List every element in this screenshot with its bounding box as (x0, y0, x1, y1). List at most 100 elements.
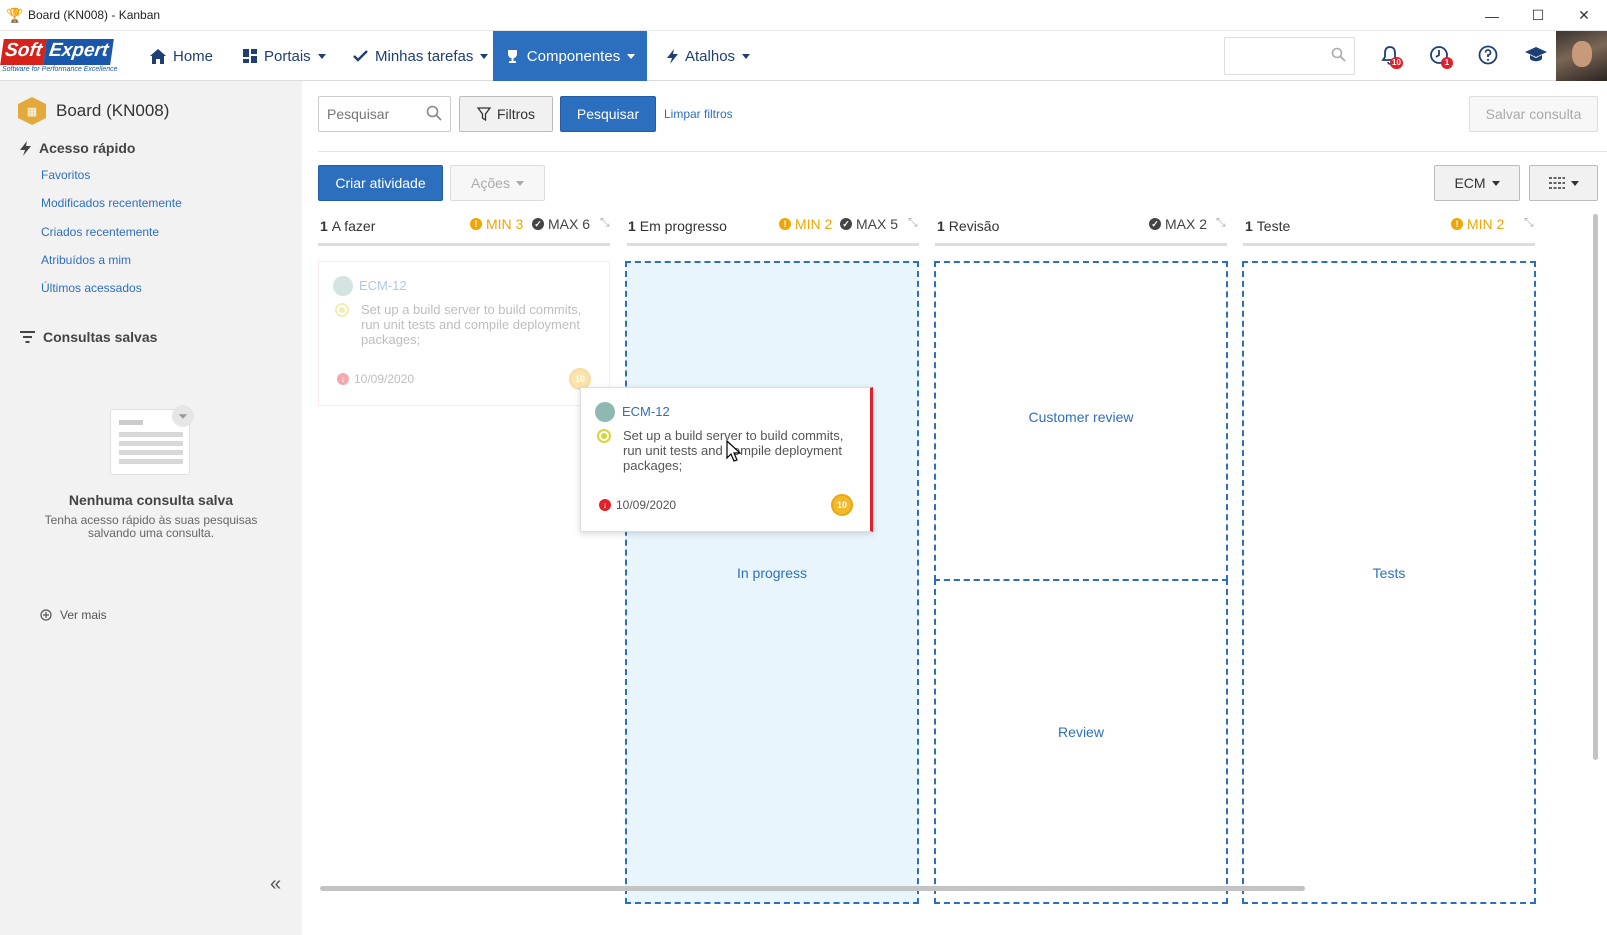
empty-queries-subtitle: Tenha acesso rápido às suas pesquisas sa… (44, 513, 258, 540)
logo-expert: Expert (43, 39, 114, 65)
filters-button[interactable]: Filtros (459, 96, 553, 132)
sidebar-link-modificados[interactable]: Modificados recentemente (41, 196, 182, 210)
warning-icon: ! (779, 218, 791, 230)
nav-portais[interactable]: Portais (243, 31, 326, 81)
sidebar-link-favoritos[interactable]: Favoritos (41, 168, 90, 182)
chevron-down-icon (742, 53, 751, 59)
check-icon: ✓ (1149, 218, 1161, 230)
actions-button[interactable]: Ações (450, 165, 545, 201)
collapse-column-icon[interactable]: ⤡ (600, 215, 610, 230)
search-icon (426, 105, 442, 121)
help-button[interactable] (1474, 41, 1502, 69)
view-options-button[interactable] (1529, 165, 1598, 201)
nav-home-label: Home (173, 47, 214, 65)
trophy-icon (507, 49, 517, 63)
wip-min-teste: ! MIN 2 (1451, 214, 1504, 234)
toolbar-divider (318, 151, 1607, 152)
ver-mais-link[interactable]: Ver mais (40, 608, 107, 622)
bolt-icon (667, 48, 678, 64)
wip-max-em-progresso: ✓ MAX 5 (840, 214, 898, 234)
home-icon (150, 48, 166, 64)
top-navbar: Soft Expert Software for Performance Exc… (0, 31, 1607, 81)
dropzone-in-progress[interactable]: In progress (625, 261, 919, 904)
filters-label: Filtros (496, 106, 536, 122)
save-query-button[interactable]: Salvar consulta (1469, 96, 1598, 132)
window-title: Board (KN008) - Kanban (28, 8, 161, 22)
window-controls: — ☐ ✕ (1469, 0, 1607, 31)
wip-min-label: MIN 2 (1467, 216, 1505, 232)
chevron-down-icon (627, 53, 636, 59)
column-header-a-fazer: 1 A fazer (320, 214, 375, 238)
board-icon: ▦ (18, 97, 46, 125)
sidebar-link-atribuidos[interactable]: Atribuídos a mim (41, 253, 131, 267)
notifications-count-badge: 10 (1390, 57, 1403, 69)
column-name: A fazer (331, 218, 376, 234)
dropzone-tests[interactable]: Tests (1242, 261, 1536, 904)
column-header-revisao: 1 Revisão (937, 214, 999, 238)
nav-portais-label: Portais (264, 47, 311, 65)
priority-icon (335, 303, 349, 317)
card-due-date: 10/09/2020 (354, 372, 415, 386)
dropzone-customer-review[interactable]: Customer review (934, 261, 1228, 581)
search-button[interactable]: Pesquisar (560, 96, 656, 132)
softexpert-logo[interactable]: Soft Expert Software for Performance Exc… (0, 39, 130, 75)
collapse-sidebar-icon[interactable]: « (270, 873, 281, 896)
nav-atalhos[interactable]: Atalhos (667, 31, 751, 81)
notifications-button[interactable]: 10 (1376, 41, 1404, 69)
board-search-input[interactable] (318, 96, 451, 132)
empty-queries-title: Nenhuma consulta salva (68, 492, 234, 508)
check-icon: ✓ (840, 218, 852, 230)
logo-tagline: Software for Performance Excellence (2, 66, 118, 73)
maximize-button[interactable]: ☐ (1515, 0, 1561, 31)
card-points: 10 (831, 494, 853, 516)
minimize-button[interactable]: — (1469, 0, 1515, 31)
chevron-down-icon (480, 53, 489, 59)
column-name: Revisão (948, 218, 1000, 234)
dropzone-label: In progress (736, 565, 808, 581)
board-title: Board (KN008) (56, 101, 170, 120)
learning-button[interactable] (1522, 41, 1550, 69)
close-window-button[interactable]: ✕ (1561, 0, 1607, 31)
sidebar-link-ultimos[interactable]: Últimos acessados (41, 281, 142, 295)
saved-queries-title: Consultas salvas (43, 329, 158, 345)
graduation-cap-icon (1525, 47, 1547, 62)
trophy-icon: 🏆 (6, 7, 24, 23)
collapse-column-icon[interactable]: ⤡ (908, 215, 918, 230)
filter-icon: ⏷ (172, 405, 194, 427)
nav-home[interactable]: Home (150, 31, 213, 81)
sidebar-link-criados[interactable]: Criados recentemente (41, 225, 159, 239)
clear-filters-link[interactable]: Limpar filtros (664, 107, 733, 121)
create-activity-button[interactable]: Criar atividade (318, 165, 443, 201)
dropzone-review[interactable]: Review (934, 579, 1228, 904)
nav-atalhos-label: Atalhos (685, 47, 736, 65)
wip-max-revisao: ✓ MAX 2 (1149, 214, 1207, 234)
card-id[interactable]: ECM-12 (622, 404, 670, 419)
ver-mais-label: Ver mais (60, 608, 107, 622)
wip-min-label: MIN 2 (795, 216, 833, 232)
wip-max-label: MAX 2 (1165, 216, 1208, 232)
check-icon (353, 50, 368, 62)
horizontal-scrollbar[interactable] (320, 886, 1305, 891)
ecm-dropdown[interactable]: ECM (1434, 165, 1520, 201)
nav-componentes[interactable]: Componentes (493, 31, 647, 81)
nav-minhas-tarefas[interactable]: Minhas tarefas (353, 31, 489, 81)
collapse-column-icon[interactable]: ⤡ (1216, 215, 1226, 230)
dropzone-label: Customer review (1028, 409, 1134, 425)
bolt-icon (20, 140, 31, 156)
alerts-button[interactable]: 1 (1425, 41, 1453, 69)
saved-queries-section: Consultas salvas (20, 329, 157, 345)
warning-icon: ! (1451, 218, 1463, 230)
column-header-em-progresso: 1 Em progresso (628, 214, 727, 238)
card-avatar (333, 276, 353, 296)
global-search-input[interactable] (1224, 37, 1355, 75)
collapse-column-icon[interactable]: ⤡ (1524, 215, 1534, 230)
card-ghost-ecm-12: ECM-12 Set up a build server to build co… (318, 261, 610, 406)
priority-icon (597, 429, 611, 443)
column-name: Em progresso (639, 218, 727, 234)
chevron-down-icon (1570, 180, 1579, 186)
help-icon (1478, 45, 1498, 65)
vertical-scrollbar[interactable] (1593, 214, 1598, 760)
column-rule (1243, 243, 1535, 246)
user-avatar[interactable] (1556, 31, 1607, 81)
board-search-field[interactable] (327, 106, 427, 122)
